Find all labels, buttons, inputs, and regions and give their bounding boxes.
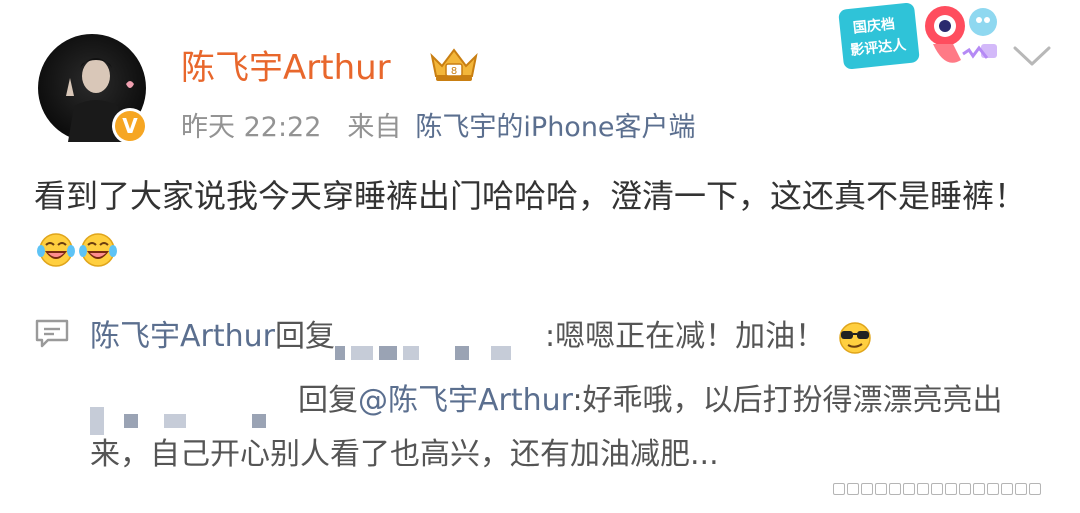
reply2-action: 回复: [298, 383, 358, 418]
reply-text: :嗯嗯正在减！加油！: [544, 319, 826, 354]
post-body: 看到了大家说我今天穿睡裤出门哈哈哈，澄清一下，这还真不是睡裤！: [34, 177, 1027, 215]
reply-author-link[interactable]: 陈飞宇Arthur: [90, 319, 275, 354]
post-meta: 昨天 22:22 来自 陈飞宇的iPhone客户端: [181, 105, 696, 144]
crown-member-icon: 8: [430, 48, 478, 81]
source-label: 来自: [347, 112, 402, 143]
sunglasses-emoji: [839, 321, 871, 354]
post-time: 昨天 22:22: [181, 112, 322, 143]
reply2-mention-link[interactable]: @陈飞宇Arthur: [358, 383, 572, 418]
source-app-link[interactable]: 陈飞宇的iPhone客户端: [415, 112, 695, 143]
laughing-tears-emoji: [37, 233, 75, 267]
watermark: [833, 478, 1073, 500]
reply-action: 回复: [274, 319, 335, 354]
verified-v-icon: V: [115, 111, 145, 141]
event-badge-icon[interactable]: 国庆档 影评达人: [833, 0, 1013, 80]
chevron-down-icon[interactable]: [1012, 44, 1052, 68]
username[interactable]: 陈飞宇Arthur: [181, 40, 391, 89]
comment-icon[interactable]: [34, 318, 70, 348]
post-text: 看到了大家说我今天穿睡裤出门哈哈哈，澄清一下，这还真不是睡裤！: [34, 170, 1044, 274]
comment-reply-2: 回复@陈飞宇Arthur:好乖哦，以后打扮得漂漂亮亮出来，自己开心别人看了也高兴…: [90, 374, 1050, 482]
censored-username: [90, 394, 298, 435]
comment-reply-1: 陈飞宇Arthur回复 :嗯嗯正在减！加油！: [90, 314, 875, 360]
censored-username: [334, 330, 545, 360]
verified-badge-icon: V: [112, 108, 148, 144]
laughing-tears-emoji: [79, 233, 117, 267]
svg-text:8: 8: [451, 66, 457, 77]
